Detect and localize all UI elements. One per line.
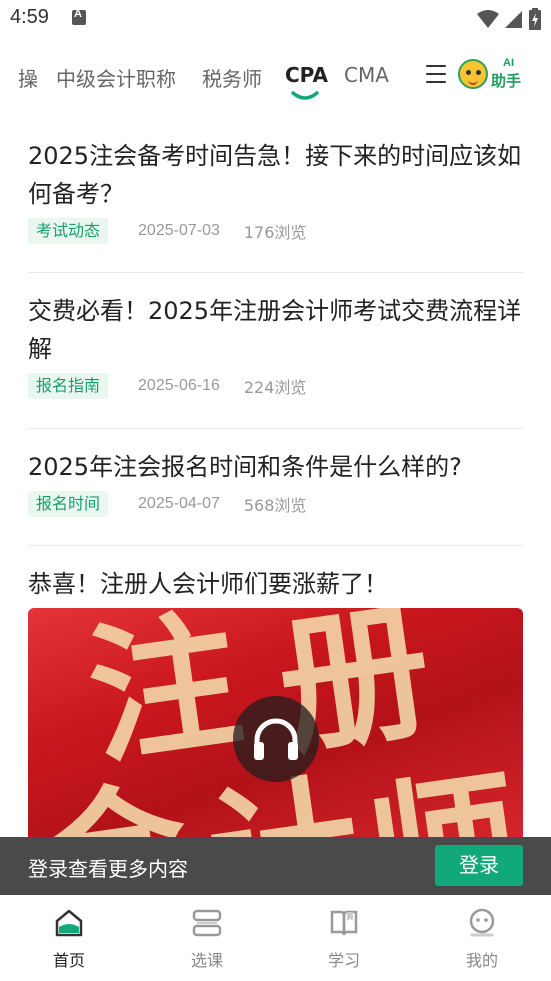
headphones-icon (254, 718, 298, 760)
notification-icon (72, 8, 86, 25)
login-prompt-banner: 登录查看更多内容 登录 (0, 837, 551, 895)
article-views: 224浏览 (243, 378, 307, 397)
ai-label: AI (503, 57, 514, 69)
profile-icon (469, 908, 495, 937)
nav-home-label: 首页 (52, 951, 85, 970)
article-meta: 考试动态 2025-07-03 176浏览 (28, 217, 523, 245)
login-prompt-text: 登录查看更多内容 (28, 857, 188, 881)
nav-profile[interactable]: 我的 (442, 907, 522, 971)
battery-icon (529, 8, 541, 30)
article-item[interactable]: 2025注会备考时间告急！接下来的时间应该如何备考？ 考试动态 2025-07-… (28, 137, 523, 245)
home-icon (55, 909, 83, 937)
article-title: 2025注会备考时间告急！接下来的时间应该如何备考？ (28, 142, 522, 208)
status-icons (477, 8, 541, 30)
article-title: 恭喜！注册人会计师们要涨薪了！ (28, 570, 388, 598)
tab-intermediate-accounting[interactable]: 中级会计职称 (56, 63, 176, 92)
divider (28, 545, 523, 546)
divider (28, 272, 523, 273)
article-date: 2025-04-07 (138, 495, 220, 512)
tab-partial[interactable]: 操 (18, 63, 38, 92)
article-tag: 报名时间 (28, 491, 109, 517)
course-icon (192, 909, 222, 937)
nav-courses[interactable]: 选课 (167, 907, 247, 971)
nav-home[interactable]: 首页 (29, 907, 109, 971)
article-cover-image[interactable]: 注 册 会 计 师 (28, 608, 523, 848)
divider (28, 428, 523, 429)
article-item[interactable]: 交费必看！2025年注册会计师考试交费流程详解 报名指南 2025-06-16 … (28, 292, 523, 400)
menu-icon[interactable] (426, 65, 446, 83)
ai-mascot-icon (458, 59, 488, 89)
article-tag: 考试动态 (28, 218, 109, 244)
ai-assistant-button[interactable]: AI 助手 (458, 57, 528, 93)
article-title: 2025年注会报名时间和条件是什么样的? (28, 453, 462, 481)
nav-profile-label: 我的 (465, 951, 498, 970)
article-date: 2025-06-16 (138, 377, 220, 394)
article-title: 交费必看！2025年注册会计师考试交费流程详解 (28, 297, 522, 363)
article-views: 176浏览 (243, 223, 307, 242)
tab-cpa[interactable]: CPA (285, 63, 328, 87)
status-bar: 4:59 (0, 0, 551, 38)
tab-cma[interactable]: CMA (344, 63, 389, 87)
active-tab-indicator (291, 91, 319, 100)
article-meta: 报名时间 2025-04-07 568浏览 (28, 490, 523, 518)
article-date: 2025-07-03 (138, 222, 220, 239)
nav-study[interactable]: 学习 (304, 907, 384, 971)
wifi-icon (477, 10, 499, 28)
article-meta: 报名指南 2025-06-16 224浏览 (28, 372, 523, 400)
article-item[interactable]: 恭喜！注册人会计师们要涨薪了！ (28, 565, 523, 603)
nav-study-label: 学习 (327, 951, 360, 970)
status-time: 4:59 (10, 6, 49, 28)
audio-play-button[interactable] (233, 696, 319, 782)
category-tab-bar: 操 中级会计职称 税务师 CPA CMA AI 助手 (0, 55, 551, 103)
book-icon (330, 910, 358, 936)
article-views: 568浏览 (243, 496, 307, 515)
bottom-navigation: 首页 选课 学习 我的 (0, 895, 551, 981)
signal-icon (505, 11, 522, 28)
article-tag: 报名指南 (28, 373, 109, 399)
nav-courses-label: 选课 (190, 951, 223, 970)
tab-tax-agent[interactable]: 税务师 (202, 63, 262, 92)
cover-art-text: 师 (354, 719, 523, 848)
assistant-label: 助手 (491, 72, 522, 90)
login-button[interactable]: 登录 (435, 845, 523, 886)
article-item[interactable]: 2025年注会报名时间和条件是什么样的? 报名时间 2025-04-07 568… (28, 448, 523, 518)
